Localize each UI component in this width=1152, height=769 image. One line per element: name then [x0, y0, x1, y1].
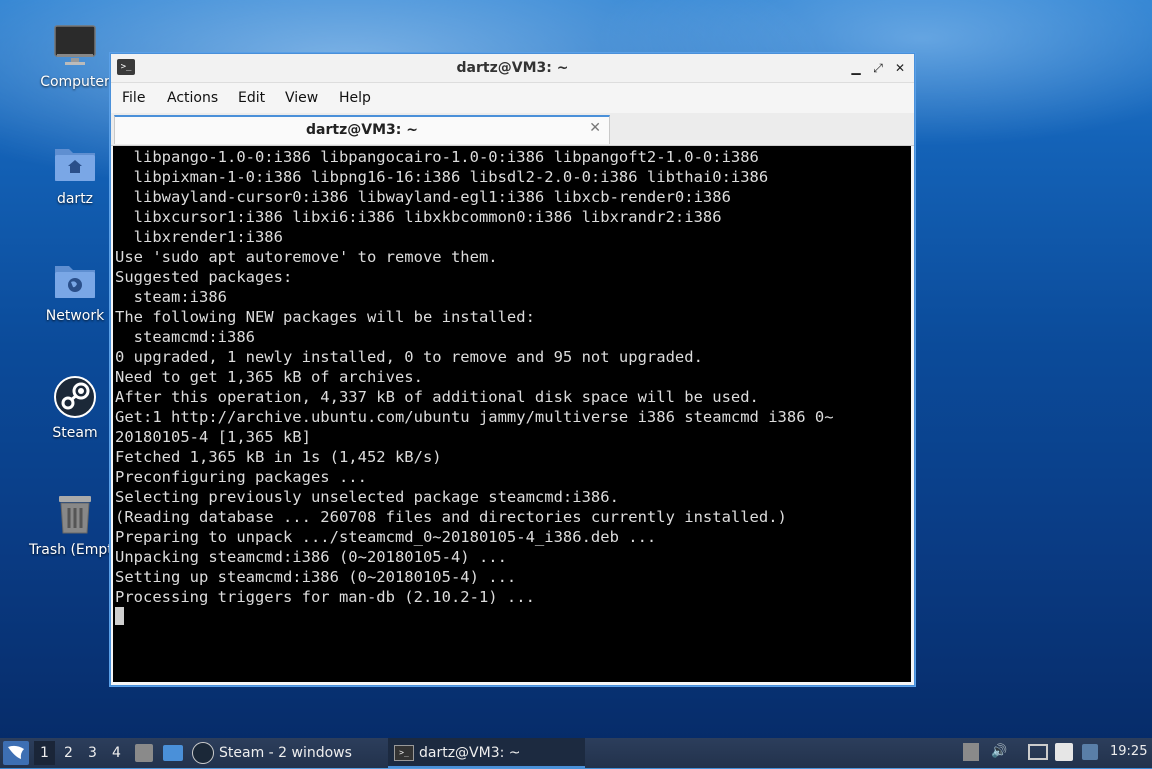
close-button[interactable]: ✕ [890, 58, 910, 78]
workspace-1[interactable]: 1 [34, 741, 55, 765]
terminal-output[interactable]: libpango-1.0-0:i386 libpangocairo-1.0-0:… [113, 146, 911, 682]
app-menu-icon [8, 745, 24, 759]
terminal-line: steamcmd:i386 [115, 328, 255, 346]
menubar: File Actions Edit View Help [111, 83, 914, 113]
terminal-line: 20180105-4 [1,365 kB] [115, 428, 311, 446]
terminal-line: Setting up steamcmd:i386 (0~20180105-4) … [115, 568, 517, 586]
terminal-line: Need to get 1,365 kB of archives. [115, 368, 423, 386]
monitor-icon [51, 22, 99, 70]
start-menu-button[interactable] [3, 741, 29, 765]
tab-label: dartz@VM3: ~ [306, 122, 418, 138]
minimize-button[interactable]: ▁ [846, 58, 866, 78]
maximize-button[interactable]: ⤢ [868, 58, 888, 78]
menu-edit[interactable]: Edit [238, 90, 265, 106]
tab-close-icon[interactable]: ✕ [589, 120, 601, 136]
show-desktop-icon[interactable] [163, 745, 183, 761]
workspace-4[interactable]: 4 [112, 745, 121, 761]
taskbar-app-label: Steam - 2 windows [219, 745, 352, 761]
steam-icon [51, 373, 99, 421]
menu-view[interactable]: View [285, 90, 318, 106]
clipboard-icon[interactable] [1055, 743, 1073, 761]
network-icon[interactable] [1028, 744, 1048, 760]
terminal-line: Preparing to unpack .../steamcmd_0~20180… [115, 528, 657, 546]
workspace-3[interactable]: 3 [88, 745, 97, 761]
system-tray-toggle-icon[interactable] [963, 743, 979, 761]
terminal-line: Fetched 1,365 kB in 1s (1,452 kB/s) [115, 448, 442, 466]
terminal-line: 0 upgraded, 1 newly installed, 0 to remo… [115, 348, 703, 366]
terminal-line: libxcursor1:i386 libxi6:i386 libxkbcommo… [115, 208, 722, 226]
terminal-line: Preconfiguring packages ... [115, 468, 367, 486]
window-title: dartz@VM3: ~ [456, 60, 569, 76]
notification-icon[interactable] [1082, 744, 1098, 760]
file-manager-icon[interactable] [135, 744, 153, 762]
volume-icon[interactable]: 🔊 [991, 744, 1007, 759]
terminal-line: (Reading database ... 260708 files and d… [115, 508, 787, 526]
terminal-line: The following NEW packages will be insta… [115, 308, 535, 326]
home-folder-icon [51, 139, 99, 187]
terminal-line: Processing triggers for man-db (2.10.2-1… [115, 588, 535, 606]
terminal-line: steam:i386 [115, 288, 227, 306]
taskbar-app-terminal[interactable]: >_ dartz@VM3: ~ [388, 738, 585, 768]
terminal-line: Unpacking steamcmd:i386 (0~20180105-4) .… [115, 548, 507, 566]
clock[interactable]: 19:25 [1110, 744, 1147, 759]
window-titlebar[interactable]: >_ dartz@VM3: ~ ▁ ⤢ ✕ [111, 54, 914, 83]
terminal-line: libwayland-cursor0:i386 libwayland-egl1:… [115, 188, 731, 206]
menu-actions[interactable]: Actions [167, 90, 218, 106]
terminal-tab[interactable]: dartz@VM3: ~ ✕ [114, 115, 610, 144]
terminal-line: libpango-1.0-0:i386 libpangocairo-1.0-0:… [115, 148, 759, 166]
terminal-line: Suggested packages: [115, 268, 293, 286]
terminal-line: libxrender1:i386 [115, 228, 283, 246]
terminal-line: Selecting previously unselected package … [115, 488, 619, 506]
steam-icon [192, 742, 214, 764]
terminal-lines: libpango-1.0-0:i386 libpangocairo-1.0-0:… [113, 146, 911, 627]
terminal-cursor-line [115, 607, 911, 627]
workspace-2[interactable]: 2 [64, 745, 73, 761]
terminal-line: Get:1 http://archive.ubuntu.com/ubuntu j… [115, 408, 834, 426]
terminal-line: libpixman-1-0:i386 libpng16-16:i386 libs… [115, 168, 769, 186]
menu-help[interactable]: Help [339, 90, 371, 106]
terminal-line: Use 'sudo apt autoremove' to remove them… [115, 248, 498, 266]
terminal-cursor [115, 607, 124, 625]
taskbar-app-label: dartz@VM3: ~ [419, 745, 521, 761]
menu-file[interactable]: File [122, 90, 145, 106]
terminal-line: After this operation, 4,337 kB of additi… [115, 388, 759, 406]
network-folder-icon [51, 256, 99, 304]
taskbar-app-steam[interactable]: Steam - 2 windows [192, 738, 377, 768]
terminal-window: >_ dartz@VM3: ~ ▁ ⤢ ✕ File Actions Edit … [110, 53, 915, 686]
tab-bar: dartz@VM3: ~ ✕ [111, 113, 914, 146]
taskbar: 1 2 3 4 Steam - 2 windows >_ dartz@VM3: ~… [0, 738, 1152, 768]
terminal-icon: >_ [394, 745, 414, 761]
trash-icon [51, 490, 99, 538]
